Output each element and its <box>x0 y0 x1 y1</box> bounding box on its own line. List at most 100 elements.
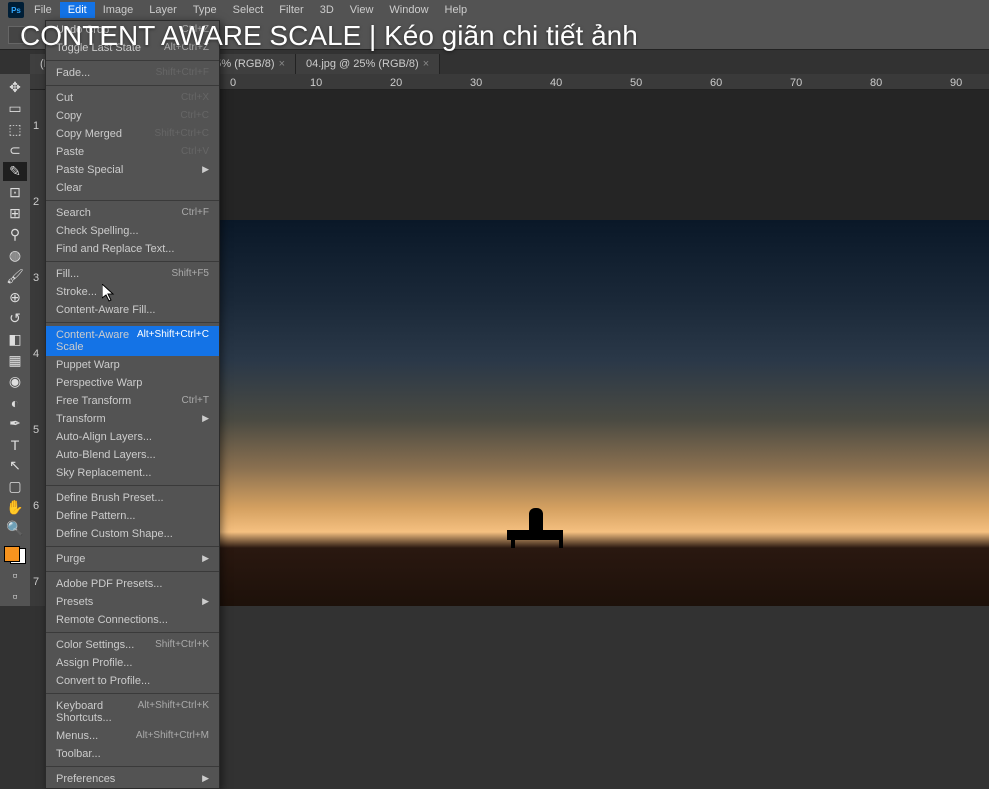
shortcut-label: Shift+Ctrl+F <box>156 67 209 79</box>
menu-item-adobe-pdf-presets[interactable]: Adobe PDF Presets... <box>46 575 219 593</box>
tools-panel: ✥ ▭ ⬚ ⊂ ✎ ⊡ ⊞ ⚲ ◍ 🖌 ⊕ ↺ ◧ ▦ ◉ ◐ ✒ T ↖ ▢ ✋ 🔍 ▫ ▫ <box>0 74 30 606</box>
menu-item-menus[interactable]: Menus...Alt+Shift+Ctrl+M <box>46 727 219 745</box>
menu-item-keyboard-shortcuts[interactable]: Keyboard Shortcuts...Alt+Shift+Ctrl+K <box>46 697 219 727</box>
menu-item-content-aware-scale[interactable]: Content-Aware ScaleAlt+Shift+Ctrl+C <box>46 326 219 356</box>
menu-item-label: Stroke... <box>56 286 97 298</box>
hand-tool[interactable]: ✋ <box>3 498 27 517</box>
menu-item-stroke[interactable]: Stroke... <box>46 283 219 301</box>
chevron-right-icon: ▶ <box>202 773 209 785</box>
menu-item-fill[interactable]: Fill...Shift+F5 <box>46 265 219 283</box>
chevron-right-icon: ▶ <box>202 596 209 608</box>
menu-item-auto-blend-layers: Auto-Blend Layers... <box>46 446 219 464</box>
menu-item-content-aware-fill: Content-Aware Fill... <box>46 301 219 319</box>
pen-tool[interactable]: ✒ <box>3 414 27 433</box>
menu-item-label: Find and Replace Text... <box>56 243 174 255</box>
menu-item-label: Presets <box>56 596 93 608</box>
shortcut-label: Shift+Ctrl+C <box>155 128 209 140</box>
blur-tool[interactable]: ◉ <box>3 372 27 391</box>
menu-item-label: Paste <box>56 146 84 158</box>
marquee-tool[interactable]: ⬚ <box>3 120 27 139</box>
menu-item-clear: Clear <box>46 179 219 197</box>
menu-item-toolbar[interactable]: Toolbar... <box>46 745 219 763</box>
menu-item-label: Puppet Warp <box>56 359 120 371</box>
menu-item-label: Paste Special <box>56 164 123 176</box>
menu-select[interactable]: Select <box>225 2 272 18</box>
menu-item-convert-to-profile[interactable]: Convert to Profile... <box>46 672 219 690</box>
menu-item-purge[interactable]: Purge▶ <box>46 550 219 568</box>
eyedropper-tool[interactable]: ⚲ <box>3 225 27 244</box>
menu-item-check-spelling[interactable]: Check Spelling... <box>46 222 219 240</box>
brush-tool[interactable]: 🖌 <box>3 267 27 286</box>
type-tool[interactable]: T <box>3 435 27 454</box>
shortcut-label: Alt+Shift+Ctrl+C <box>137 329 209 353</box>
chevron-right-icon: ▶ <box>202 164 209 176</box>
close-icon[interactable]: × <box>279 58 285 70</box>
rect-tool[interactable]: ▢ <box>3 477 27 496</box>
menu-filter[interactable]: Filter <box>271 2 311 18</box>
edit-mode-icon[interactable]: ▫ <box>3 566 27 585</box>
menu-item-label: Assign Profile... <box>56 657 132 669</box>
move-tool[interactable]: ✥ <box>3 78 27 97</box>
menu-item-label: Menus... <box>56 730 98 742</box>
document-tab[interactable]: 04.jpg @ 25% (RGB/8) × <box>296 54 440 74</box>
menu-window[interactable]: Window <box>381 2 436 18</box>
ruler-vertical[interactable]: 1234567 <box>30 90 46 606</box>
menu-item-preferences[interactable]: Preferences▶ <box>46 770 219 788</box>
close-icon[interactable]: × <box>423 58 429 70</box>
menu-item-free-transform[interactable]: Free TransformCtrl+T <box>46 392 219 410</box>
menu-edit[interactable]: Edit <box>60 2 95 18</box>
overlay-title: CONTENT AWARE SCALE | Kéo giãn chi tiết … <box>20 20 638 52</box>
menu-layer[interactable]: Layer <box>141 2 185 18</box>
menu-item-auto-align-layers: Auto-Align Layers... <box>46 428 219 446</box>
menu-item-transform[interactable]: Transform ▶ <box>46 410 219 428</box>
dodge-tool[interactable]: ◐ <box>3 393 27 412</box>
screen-mode-icon[interactable]: ▫ <box>3 587 27 606</box>
menu-item-define-brush-preset[interactable]: Define Brush Preset... <box>46 489 219 507</box>
menu-item-label: Content-Aware Scale <box>56 329 137 353</box>
lasso-tool[interactable]: ⊂ <box>3 141 27 160</box>
menu-item-cut: CutCtrl+X <box>46 89 219 107</box>
menu-item-sky-replacement[interactable]: Sky Replacement... <box>46 464 219 482</box>
artboard-tool[interactable]: ▭ <box>3 99 27 118</box>
photo-sunset <box>186 220 989 606</box>
eraser-tool[interactable]: ◧ <box>3 330 27 349</box>
menu-item-label: Define Pattern... <box>56 510 136 522</box>
menu-item-puppet-warp[interactable]: Puppet Warp <box>46 356 219 374</box>
menu-item-color-settings[interactable]: Color Settings...Shift+Ctrl+K <box>46 636 219 654</box>
path-tool[interactable]: ↖ <box>3 456 27 475</box>
shortcut-label: Ctrl+C <box>180 110 209 122</box>
shortcut-label: Ctrl+V <box>181 146 209 158</box>
edit-dropdown-menu: Undo CropCtrl+ZToggle Last StateAlt+Ctrl… <box>45 20 220 789</box>
menu-item-label: Transform <box>56 413 106 425</box>
menu-item-paste: Paste Ctrl+V <box>46 143 219 161</box>
gradient-tool[interactable]: ▦ <box>3 351 27 370</box>
menu-item-label: Fade... <box>56 67 90 79</box>
menu-item-search[interactable]: SearchCtrl+F <box>46 204 219 222</box>
quick-select-tool[interactable]: ✎ <box>3 162 27 181</box>
frame-tool[interactable]: ⊞ <box>3 204 27 223</box>
menu-help[interactable]: Help <box>437 2 476 18</box>
menu-item-presets[interactable]: Presets ▶ <box>46 593 219 611</box>
menu-item-remote-connections[interactable]: Remote Connections... <box>46 611 219 629</box>
zoom-tool[interactable]: 🔍 <box>3 519 27 538</box>
menu-file[interactable]: File <box>26 2 60 18</box>
history-brush-tool[interactable]: ↺ <box>3 309 27 328</box>
menu-type[interactable]: Type <box>185 2 225 18</box>
menu-item-define-pattern[interactable]: Define Pattern... <box>46 507 219 525</box>
menu-item-find-and-replace-text[interactable]: Find and Replace Text... <box>46 240 219 258</box>
chevron-right-icon: ▶ <box>202 413 209 425</box>
menu-item-assign-profile[interactable]: Assign Profile... <box>46 654 219 672</box>
menu-item-label: Define Brush Preset... <box>56 492 164 504</box>
menu-image[interactable]: Image <box>95 2 142 18</box>
menu-3d[interactable]: 3D <box>312 2 342 18</box>
crop-tool[interactable]: ⊡ <box>3 183 27 202</box>
menu-item-label: Check Spelling... <box>56 225 139 237</box>
heal-tool[interactable]: ◍ <box>3 246 27 265</box>
tab-label: 04.jpg @ 25% (RGB/8) <box>306 58 419 70</box>
silhouette-icon <box>507 508 567 548</box>
menu-view[interactable]: View <box>342 2 382 18</box>
color-swatch[interactable] <box>4 546 26 563</box>
shortcut-label: Ctrl+F <box>182 207 210 219</box>
clone-tool[interactable]: ⊕ <box>3 288 27 307</box>
shortcut-label: Shift+Ctrl+K <box>155 639 209 651</box>
